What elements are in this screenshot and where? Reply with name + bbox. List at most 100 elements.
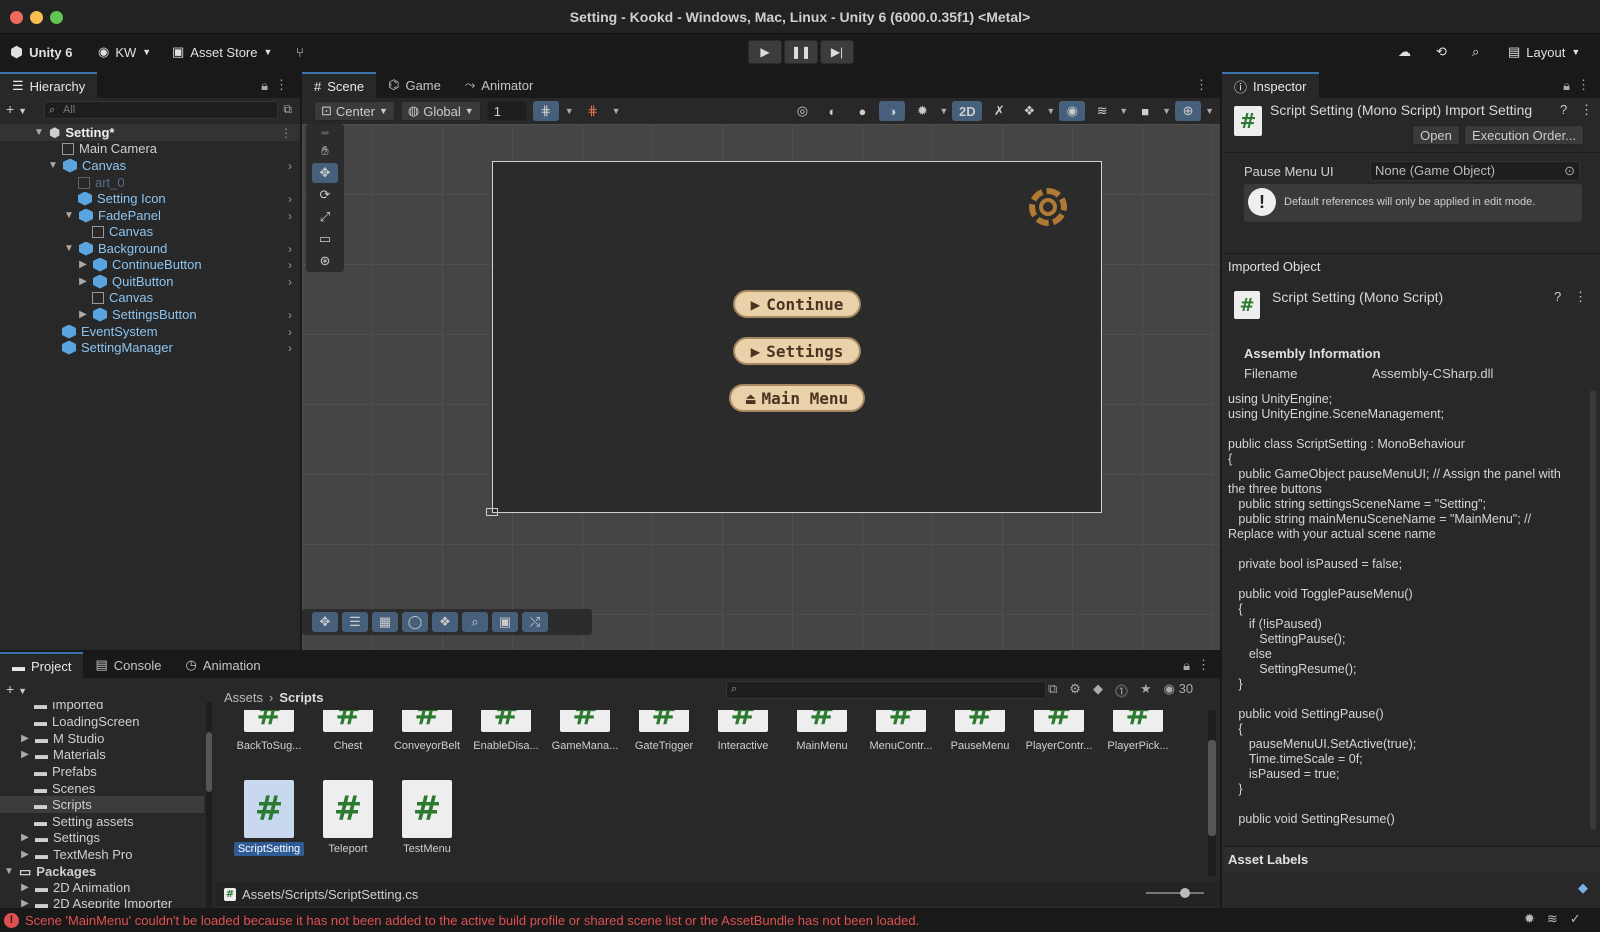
asset-item[interactable]: # PauseMenu [941, 710, 1019, 752]
step-button[interactable]: ▶| [820, 40, 854, 64]
create-asset-button[interactable]: + ▼ [6, 681, 27, 697]
bug-icon[interactable]: ✹ [1524, 911, 1535, 927]
anchor-handle[interactable] [486, 508, 498, 516]
chevron-down-icon[interactable]: ▼ [1046, 106, 1055, 116]
hierarchy-search-input[interactable]: ⌕ All [44, 101, 278, 119]
help-icon[interactable]: ? [1560, 102, 1567, 117]
asset-item[interactable]: # Teleport [309, 780, 387, 855]
camera-button[interactable]: ■ [1132, 101, 1158, 121]
overlay-align-button[interactable]: ☰ [342, 612, 368, 632]
overlay-camera-button[interactable]: ▣ [492, 612, 518, 632]
asset-item[interactable]: # TestMenu [388, 780, 466, 855]
more-icon[interactable]: ⋮ [280, 126, 292, 140]
tab-animator[interactable]: ⤳ Animator [453, 72, 545, 98]
execution-order-button[interactable]: Execution Order... [1464, 125, 1584, 145]
chevron-down-icon[interactable]: ▼ [1119, 106, 1128, 116]
more-icon[interactable]: ⋮ [1580, 102, 1593, 118]
visibility-count[interactable]: ◉ 30 [1164, 681, 1193, 700]
snap-value-input[interactable]: 1 [486, 101, 527, 121]
asset-item[interactable]: # BackToSug... [230, 710, 308, 752]
overlay-shade-button[interactable]: ◯ [402, 612, 428, 632]
inspector-scrollbar[interactable] [1590, 390, 1596, 830]
chevron-right-icon[interactable]: › [288, 209, 292, 223]
lock-icon[interactable]: 🔒︎ [261, 78, 268, 94]
more-icon[interactable]: ⋮ [1197, 657, 1210, 673]
hierarchy-item-canvas[interactable]: ▼ Canvas › [48, 157, 300, 174]
check-icon[interactable]: ✓ [1570, 911, 1581, 927]
chevron-down-icon[interactable]: ▼ [612, 106, 621, 116]
layers-button[interactable]: ≋ [1089, 101, 1115, 121]
label-icon[interactable]: ◆ [1093, 681, 1103, 700]
pivot-dropdown[interactable]: ⊡ Center ▼ [314, 101, 395, 121]
open-button[interactable]: Open [1412, 125, 1460, 145]
chevron-down-icon[interactable]: ▼ [565, 106, 574, 116]
project-search-input[interactable]: ⌕ [726, 681, 1046, 699]
chevron-right-icon[interactable]: › [288, 325, 292, 339]
grid-visibility-button[interactable]: ⋕ [580, 101, 606, 121]
folder-item[interactable]: ▶ ▬ 2D Aseprite Importer [20, 895, 172, 908]
asset-store-dropdown[interactable]: ▣ Asset Store ▼ [172, 41, 272, 63]
breadcrumb-current[interactable]: Scripts [279, 690, 323, 705]
tab-animation[interactable]: ◷ Animation [173, 652, 272, 678]
asset-item[interactable]: # ConveyorBelt [388, 710, 466, 752]
transform-tool-button[interactable]: ⊛ [312, 251, 338, 271]
chevron-right-icon[interactable]: › [288, 192, 292, 206]
tab-hierarchy[interactable]: ☰ Hierarchy [0, 72, 98, 98]
more-icon[interactable]: ⋮ [1195, 77, 1208, 93]
asset-item[interactable]: # PlayerContr... [1020, 710, 1098, 752]
folder-item[interactable]: ▶ ▬ Settings [20, 829, 100, 846]
continue-button[interactable]: ▶ Continue [733, 290, 861, 318]
folder-item[interactable]: ▶ ▬ Materials [20, 746, 106, 763]
layout-dropdown[interactable]: ▤ Layout ▼ [1508, 41, 1580, 63]
overlay-search-button[interactable]: ⌕ [462, 612, 488, 632]
lock-icon[interactable]: 🔒︎ [1563, 78, 1570, 94]
more-icon[interactable]: ⋮ [1574, 289, 1587, 305]
breadcrumb-root[interactable]: Assets [224, 690, 263, 705]
hierarchy-item-setting-icon[interactable]: Setting Icon › [78, 190, 300, 207]
asset-item[interactable]: # Interactive [704, 710, 782, 752]
tab-inspector[interactable]: ⓘ Inspector [1222, 72, 1319, 98]
tab-console[interactable]: ▤ Console [83, 652, 173, 678]
folder-item[interactable]: ▬ Imported [34, 702, 103, 713]
lighting-button[interactable]: ✗ [986, 101, 1012, 121]
hierarchy-item-art[interactable]: art_0 [78, 174, 125, 191]
layers-icon[interactable]: ≋ [1547, 911, 1558, 927]
drag-handle-icon[interactable]: ═ [321, 128, 328, 139]
folder-item[interactable]: ▬ Setting assets [34, 813, 134, 830]
status-bar[interactable]: ! Scene 'MainMenu' couldn't be loaded be… [0, 908, 1600, 932]
hierarchy-item-fadepanel[interactable]: ▼ FadePanel › [64, 207, 300, 224]
audio-button[interactable]: ❖ [1016, 101, 1042, 121]
asset-item[interactable]: # Chest [309, 710, 387, 752]
asset-item[interactable]: # MenuContr... [862, 710, 940, 752]
hierarchy-item-main-camera[interactable]: Main Camera [62, 140, 157, 157]
search-button[interactable]: ⌕ [1472, 41, 1479, 63]
account-dropdown[interactable]: ◉ KW ▼ [98, 41, 151, 63]
gizmos-button[interactable]: ⊕ [1175, 101, 1202, 121]
settings-button[interactable]: ▶ Settings [733, 337, 861, 365]
move-tool-button[interactable]: ✥ [312, 163, 338, 183]
help-icon[interactable]: ? [1554, 289, 1561, 304]
folder-item[interactable]: ▶ ▬ M Studio [20, 730, 104, 747]
chevron-down-icon[interactable]: ▼ [939, 106, 948, 116]
ui-canvas[interactable]: ▶ Continue ▶ Settings ⏏ Main Menu [492, 161, 1102, 513]
add-object-button[interactable]: + ▼ [6, 101, 27, 117]
hierarchy-item-canvas-child[interactable]: Canvas [92, 223, 153, 240]
pause-button[interactable]: ❚❚ [784, 40, 818, 64]
chevron-right-icon[interactable]: › [288, 308, 292, 322]
type-filter-icon[interactable]: ⚙ [1069, 681, 1081, 700]
chevron-right-icon[interactable]: › [288, 275, 292, 289]
shaded-button[interactable]: ● [849, 101, 875, 121]
grid-snap-button[interactable]: ⋕ [532, 101, 559, 121]
tab-project[interactable]: ▬ Project [0, 652, 84, 678]
more-icon[interactable]: ⋮ [1577, 77, 1590, 93]
chevron-right-icon[interactable]: › [288, 159, 292, 173]
folder-item[interactable]: ▬ Prefabs [34, 763, 97, 780]
rotate-tool-button[interactable]: ⟳ [312, 185, 338, 205]
star-icon[interactable]: ★ [1140, 681, 1152, 700]
overlay-grid-button[interactable]: ▦ [372, 612, 398, 632]
hierarchy-item-background[interactable]: ▼ Background › [64, 240, 300, 257]
hierarchy-item-settingsbutton[interactable]: ▶ SettingsButton › [78, 306, 300, 323]
asset-item[interactable]: # GameMana... [546, 710, 624, 752]
slider-thumb[interactable] [1180, 888, 1190, 898]
hierarchy-item-continuebutton[interactable]: ▶ ContinueButton › [78, 256, 300, 273]
